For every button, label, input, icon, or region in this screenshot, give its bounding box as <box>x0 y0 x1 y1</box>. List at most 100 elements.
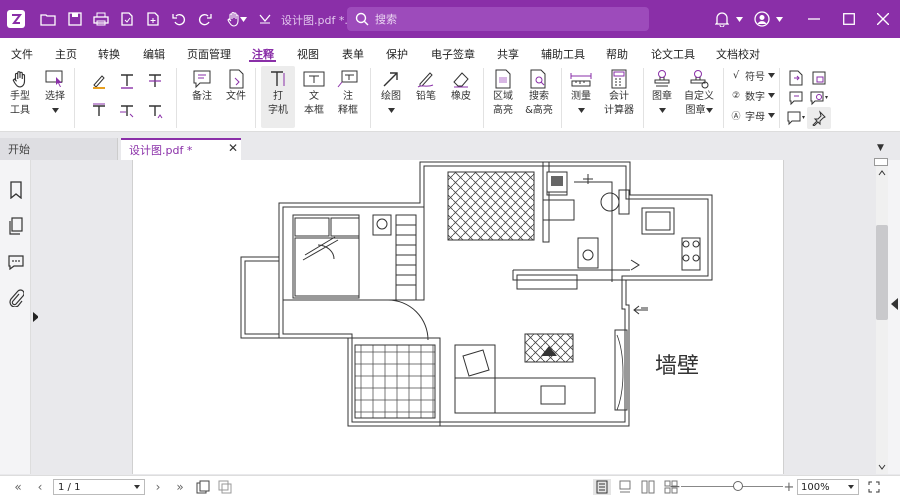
custom-stamp-button[interactable]: 自定义 图章 <box>681 68 717 118</box>
menu-share[interactable]: 共享 <box>497 46 519 62</box>
pencil-button[interactable]: 铅笔 <box>413 68 439 104</box>
textbox-button[interactable]: 文 本框 <box>300 68 328 118</box>
menu-view[interactable]: 视图 <box>297 46 319 62</box>
annotation-tool-4-button[interactable] <box>807 87 831 109</box>
insert-text-tool-button[interactable] <box>143 100 167 122</box>
highlight-tool-button[interactable] <box>87 70 111 92</box>
bookmark-icon[interactable] <box>6 180 26 200</box>
annotation-tool-2-button[interactable] <box>807 67 831 89</box>
zoom-slider[interactable] <box>681 486 783 487</box>
open-folder-icon[interactable] <box>38 9 58 29</box>
zoom-level-select[interactable]: 100% <box>797 479 859 495</box>
zoom-slider-handle[interactable] <box>733 481 743 491</box>
menu-protect[interactable]: 保护 <box>386 46 408 62</box>
comment-arrow-icon <box>784 87 808 109</box>
single-page-view-icon[interactable] <box>195 479 211 495</box>
scrollbar-thumb[interactable] <box>876 225 888 320</box>
next-page-icon[interactable]: › <box>150 479 166 495</box>
menu-accessibility-tools[interactable]: 辅助工具 <box>541 46 585 62</box>
search-input[interactable] <box>375 10 635 28</box>
tab-document[interactable]: 设计图.pdf * <box>121 138 241 160</box>
page-thumbnails-icon[interactable] <box>6 216 26 236</box>
text-strikethrough-tool-button[interactable] <box>143 70 167 92</box>
ribbon-separator <box>723 68 724 128</box>
menu-page-management[interactable]: 页面管理 <box>187 46 231 62</box>
last-page-icon[interactable]: » <box>172 479 188 495</box>
callout-button[interactable]: 注 释框 <box>334 68 362 118</box>
menu-file[interactable]: 文件 <box>11 46 33 62</box>
menu-home[interactable]: 主页 <box>55 46 77 62</box>
eraser-button[interactable]: 橡皮 <box>448 68 474 104</box>
split-view-icon[interactable] <box>874 158 888 166</box>
tab-close-icon[interactable]: ✕ <box>228 141 238 155</box>
menu-thesis-tools[interactable]: 论文工具 <box>651 46 695 62</box>
menu-proofreading[interactable]: 文档校对 <box>716 46 760 62</box>
text-underline-tool-button[interactable] <box>115 70 139 92</box>
annotation-tool-5-button[interactable] <box>784 107 808 129</box>
comments-icon[interactable] <box>6 252 26 272</box>
tab-start[interactable]: 开始 <box>0 138 118 160</box>
symbol-dropdown[interactable]: √ 符号 <box>730 68 775 83</box>
bell-icon[interactable] <box>712 9 732 29</box>
zoom-out-icon[interactable]: − <box>669 479 681 495</box>
zoom-in-icon[interactable]: + <box>784 479 795 495</box>
collapse-left-icon[interactable] <box>889 297 900 311</box>
quick-access-dropdown-icon[interactable] <box>255 9 275 29</box>
new-file-icon[interactable] <box>143 9 163 29</box>
chevron-down-icon[interactable] <box>238 9 248 29</box>
first-page-icon[interactable]: « <box>10 479 26 495</box>
pin-tool-button[interactable] <box>807 107 831 129</box>
squiggly-tool-button[interactable] <box>87 100 111 122</box>
annotation-tool-1-button[interactable] <box>784 67 808 89</box>
maximize-icon[interactable] <box>839 9 859 29</box>
scroll-down-icon[interactable] <box>876 462 888 472</box>
two-page-layout-icon[interactable] <box>639 479 657 495</box>
doc-box-icon <box>807 67 831 89</box>
tab-list-dropdown-icon[interactable]: ▼ <box>877 143 884 153</box>
number-dropdown[interactable]: ② 数字 <box>730 88 775 103</box>
stamp-button[interactable]: 图章 <box>649 68 675 118</box>
undo-icon[interactable] <box>169 9 189 29</box>
drawing-button[interactable]: 绘图 <box>378 68 404 118</box>
close-icon[interactable] <box>873 9 893 29</box>
accounting-calculator-button[interactable]: 会计 计算器 <box>602 68 636 118</box>
replace-text-tool-button[interactable] <box>115 100 139 122</box>
fullscreen-icon[interactable] <box>866 479 882 495</box>
print-icon[interactable] <box>91 9 111 29</box>
user-avatar-icon[interactable] <box>752 9 772 29</box>
app-logo-icon <box>7 10 25 28</box>
page-number-select[interactable]: 1 / 1 <box>53 479 145 495</box>
chevron-down-icon[interactable] <box>774 9 784 29</box>
menu-form[interactable]: 表单 <box>342 46 364 62</box>
annotation-tool-3-button[interactable] <box>784 87 808 109</box>
previous-page-icon[interactable]: ‹ <box>32 479 48 495</box>
redo-icon[interactable] <box>195 9 215 29</box>
menu-edit[interactable]: 编辑 <box>143 46 165 62</box>
search-highlight-button[interactable]: 搜索 &高亮 <box>524 68 554 118</box>
typewriter-button[interactable]: 打 字机 <box>261 66 295 128</box>
right-panel-toggle[interactable] <box>888 160 900 474</box>
continuous-view-icon[interactable] <box>217 479 233 495</box>
chevron-down-icon <box>51 108 59 113</box>
note-button[interactable]: 备注 <box>189 68 215 104</box>
letter-dropdown[interactable]: Ⓐ 字母 <box>730 108 775 123</box>
measure-button[interactable]: 测量 <box>568 68 594 118</box>
menu-convert[interactable]: 转换 <box>98 46 120 62</box>
hand-tool-button[interactable]: 手型 工具 <box>6 68 34 118</box>
continuous-layout-icon[interactable] <box>616 479 634 495</box>
menu-help[interactable]: 帮助 <box>606 46 628 62</box>
chevron-down-icon <box>658 108 666 113</box>
ribbon-separator <box>483 68 484 128</box>
attachment-icon[interactable] <box>6 288 26 308</box>
chevron-down-icon[interactable] <box>734 9 744 29</box>
menu-e-signature[interactable]: 电子签章 <box>431 46 475 62</box>
select-button[interactable]: 选择 <box>42 68 68 118</box>
area-highlight-button[interactable]: 区域 高亮 <box>489 68 517 118</box>
scroll-up-icon[interactable] <box>876 168 888 178</box>
file-attachment-button[interactable]: 文件 <box>223 68 249 104</box>
single-page-layout-icon[interactable] <box>593 479 611 495</box>
save-icon[interactable] <box>65 9 85 29</box>
minimize-icon[interactable] <box>804 9 824 29</box>
search-box[interactable] <box>347 7 649 31</box>
export-icon[interactable] <box>117 9 137 29</box>
